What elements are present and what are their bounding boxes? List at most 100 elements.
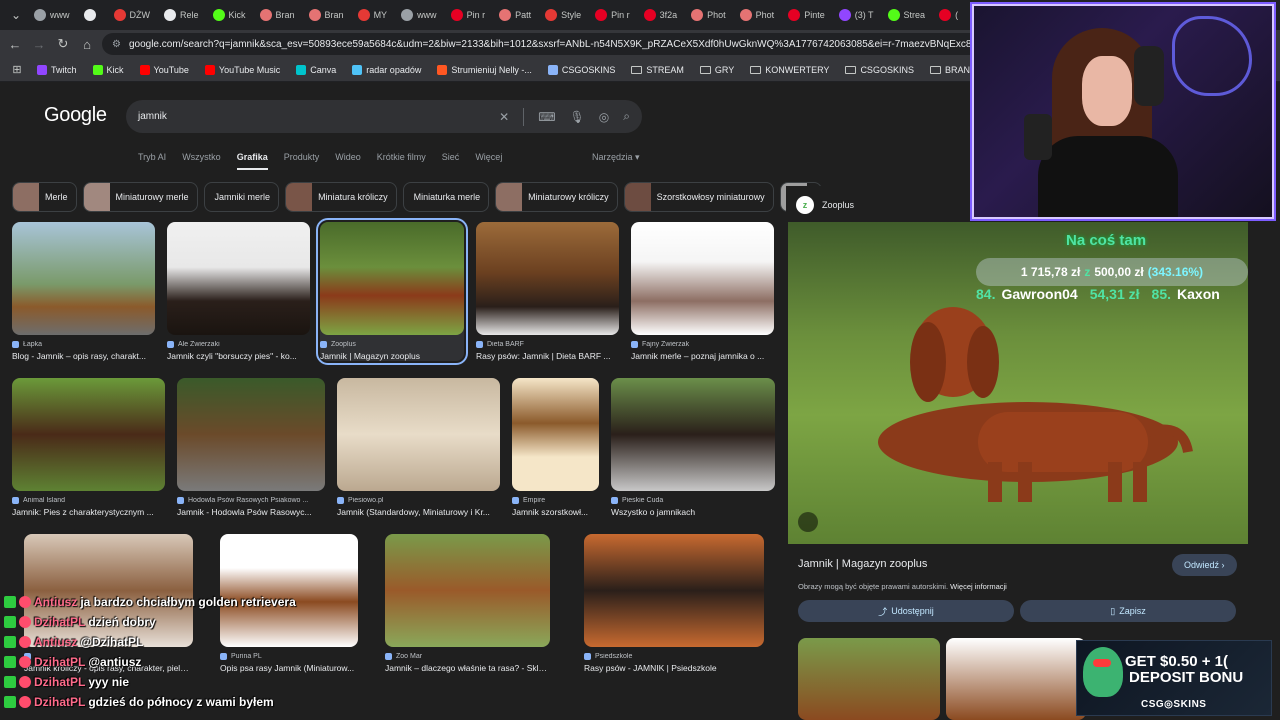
image-result[interactable]: Piesiowo.pl Jamnik (Standardowy, Miniatur… xyxy=(337,378,500,517)
result-title[interactable]: Wszystko o jamnikach xyxy=(611,507,775,517)
browser-tab[interactable]: Kick xyxy=(207,3,252,27)
search-input[interactable]: jamnik xyxy=(138,111,499,122)
browser-tab[interactable]: 3f2a xyxy=(638,3,684,27)
tools-menu[interactable]: Narzędzia ▾ xyxy=(592,152,640,163)
related-image[interactable] xyxy=(798,638,940,720)
result-thumbnail[interactable] xyxy=(12,222,155,335)
search-box[interactable]: jamnik ✕ ⌨ 🎙 ◎ ⌕ xyxy=(126,100,642,133)
share-button[interactable]: ⤴ Udostępnij xyxy=(798,600,1014,622)
related-search-chip[interactable]: Miniaturowy merle xyxy=(82,182,198,212)
related-search-chip[interactable]: Merle xyxy=(12,182,77,212)
related-search-chip[interactable]: Szorstkowłosy miniaturowy xyxy=(623,182,774,212)
image-result[interactable]: Fajny Zwierzak Jamnik merle – poznaj jamn… xyxy=(631,222,774,361)
browser-tab[interactable]: ( xyxy=(933,3,964,27)
browser-tab[interactable]: Pin r xyxy=(589,3,636,27)
result-title[interactable]: Blog - Jamnik – opis rasy, charakt... xyxy=(12,351,155,361)
preview-source[interactable]: z Zooplus xyxy=(796,196,854,214)
result-title[interactable]: Jamnik szorstkowł... xyxy=(512,507,599,517)
save-button[interactable]: ▯ Zapisz xyxy=(1020,600,1236,622)
image-result[interactable]: Łapka Blog - Jamnik – opis rasy, charakt.… xyxy=(12,222,155,361)
browser-tab[interactable]: Bran xyxy=(254,3,301,27)
result-title[interactable]: Jamnik merle – poznaj jamnika o ... xyxy=(631,351,774,361)
result-title[interactable]: Jamnik: Pies z charakterystycznym ... xyxy=(12,507,165,517)
image-result[interactable]: Hodowla Psów Rasowych Psiakowo ... Jamnik… xyxy=(177,378,325,517)
bookmark-item[interactable]: CSGOSKINS xyxy=(541,64,623,75)
bookmark-folder[interactable]: KONWERTERY xyxy=(743,65,836,75)
bookmark-folder[interactable]: STREAM xyxy=(624,65,691,75)
bookmark-item[interactable]: Kick xyxy=(86,64,131,75)
browser-tab[interactable]: Style xyxy=(539,3,587,27)
preview-title[interactable]: Jamnik | Magazyn zooplus xyxy=(798,558,927,570)
image-result[interactable]: Empire Jamnik szorstkowł... xyxy=(512,378,599,517)
result-thumbnail[interactable] xyxy=(584,534,764,647)
keyboard-icon[interactable]: ⌨ xyxy=(538,110,555,124)
browser-tab[interactable]: Phot xyxy=(734,3,781,27)
home-icon[interactable]: ⌂ xyxy=(78,35,96,53)
related-search-chip[interactable]: Miniatura króliczy xyxy=(285,182,397,212)
browser-tab[interactable]: www xyxy=(395,3,443,27)
back-arrow-icon[interactable]: ← xyxy=(6,35,24,53)
lens-camera-icon[interactable]: ◎ xyxy=(599,110,609,124)
result-thumbnail[interactable] xyxy=(611,378,775,491)
browser-tab[interactable]: MY xyxy=(352,3,394,27)
browser-tab[interactable]: Pinte xyxy=(782,3,831,27)
result-thumbnail[interactable] xyxy=(12,378,165,491)
browser-tab[interactable]: www xyxy=(28,3,76,27)
search-tab[interactable]: Grafika xyxy=(236,152,268,170)
result-thumbnail[interactable] xyxy=(320,222,464,335)
result-title[interactable]: Rasy psów - JAMNIK | Psiedszkole xyxy=(584,663,764,673)
bookmark-item[interactable]: YouTube xyxy=(133,64,196,75)
browser-tab[interactable]: Patt xyxy=(493,3,537,27)
tab-search-chevron-icon[interactable]: ⌄ xyxy=(6,5,26,25)
related-search-chip[interactable]: Miniaturowy króliczy xyxy=(495,182,618,212)
result-thumbnail[interactable] xyxy=(167,222,310,335)
search-tab[interactable]: Wszystko xyxy=(182,152,221,170)
search-tab[interactable]: Sieć xyxy=(442,152,460,170)
result-thumbnail[interactable] xyxy=(337,378,500,491)
forward-arrow-icon[interactable]: → xyxy=(30,35,48,53)
search-tab[interactable]: Produkty xyxy=(284,152,320,170)
browser-tab[interactable] xyxy=(78,3,106,27)
related-image[interactable] xyxy=(946,638,1086,720)
result-thumbnail[interactable] xyxy=(476,222,619,335)
bookmark-folder[interactable]: CSGOSKINS xyxy=(838,65,921,75)
result-title[interactable]: Jamnik | Magazyn zooplus xyxy=(320,351,464,361)
image-result[interactable]: Ale Zwierzaki Jamnik czyli "borsuczy pies… xyxy=(167,222,310,361)
result-thumbnail[interactable] xyxy=(512,378,599,491)
image-result[interactable]: Animal Island Jamnik: Pies z charakteryst… xyxy=(12,378,165,517)
search-tab[interactable]: Wideo xyxy=(335,152,361,170)
related-search-chip[interactable]: Miniaturka merle xyxy=(402,182,490,212)
site-info-icon[interactable]: ⚙ xyxy=(112,39,121,50)
browser-tab[interactable]: Phot xyxy=(685,3,732,27)
bookmark-folder[interactable]: GRY xyxy=(693,65,741,75)
browser-tab[interactable]: Pin r xyxy=(445,3,492,27)
image-result[interactable]: Psiedszkole Rasy psów - JAMNIK | Psiedszk… xyxy=(584,534,764,673)
more-info-link[interactable]: Więcej informacji xyxy=(950,582,1007,591)
result-thumbnail[interactable] xyxy=(631,222,774,335)
browser-tab[interactable]: Strea xyxy=(882,3,932,27)
image-result[interactable]: Pieskie Cuda Wszystko o jamnikach xyxy=(611,378,775,517)
browser-tab[interactable]: (3) T xyxy=(833,3,880,27)
result-title[interactable]: Jamnik czyli "borsuczy pies" - ko... xyxy=(167,351,310,361)
image-result[interactable]: Zooplus Jamnik | Magazyn zooplus xyxy=(316,218,468,365)
browser-tab[interactable]: Rele xyxy=(158,3,205,27)
search-tab[interactable]: Tryb AI xyxy=(138,152,166,170)
csgoskins-ad[interactable]: GET $0.50 + 1( DEPOSIT BONU CSG◎SKINS xyxy=(1076,640,1272,716)
browser-tab[interactable]: Bran xyxy=(303,3,350,27)
bookmark-item[interactable]: Canva xyxy=(289,64,343,75)
visit-button[interactable]: Odwiedź › xyxy=(1172,554,1237,576)
apps-grid-icon[interactable]: ⊞ xyxy=(8,61,26,79)
result-title[interactable]: Jamnik - Hodowla Psów Rasowyc... xyxy=(177,507,325,517)
search-icon[interactable]: ⌕ xyxy=(623,109,630,124)
bookmark-item[interactable]: YouTube Music xyxy=(198,64,287,75)
microphone-icon[interactable]: 🎙 xyxy=(570,110,585,124)
more-menu[interactable]: Więcej xyxy=(475,152,502,170)
search-tab[interactable]: Krótkie filmy xyxy=(377,152,426,170)
google-logo[interactable]: Google xyxy=(44,104,107,127)
browser-tab[interactable]: DŻW xyxy=(108,3,157,27)
clear-icon[interactable]: ✕ xyxy=(499,110,509,124)
bookmark-item[interactable]: Twitch xyxy=(30,64,84,75)
bookmark-item[interactable]: radar opadów xyxy=(345,64,428,75)
result-title[interactable]: Rasy psów: Jamnik | Dieta BARF ... xyxy=(476,351,619,361)
result-thumbnail[interactable] xyxy=(177,378,325,491)
